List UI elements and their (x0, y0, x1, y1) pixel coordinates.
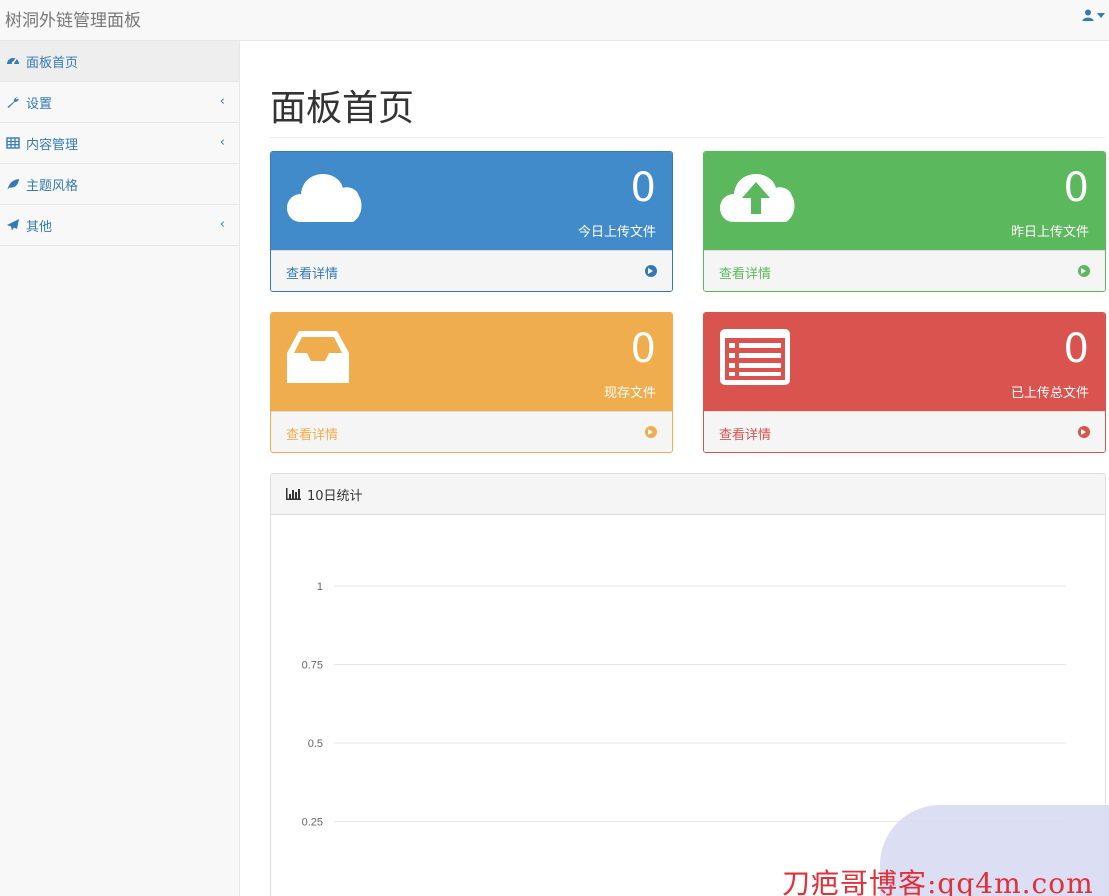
table-icon (6, 137, 20, 149)
page-header: 面板首页 (270, 79, 1105, 138)
view-details-link[interactable]: 查看详情 (271, 411, 672, 452)
y-tick-label: 0.5 (308, 738, 323, 750)
chevron-left-icon: ‹ (219, 135, 225, 150)
chevron-left-icon: ‹ (219, 217, 225, 232)
list-alt-icon (720, 329, 790, 385)
stat-panel-total: 0 已上传总文件 查看详情 (703, 312, 1106, 453)
brand-title[interactable]: 树洞外链管理面板 (5, 6, 141, 31)
wrench-icon (7, 97, 19, 108)
stat-caption: 今日上传文件 (577, 225, 656, 240)
arrow-circle-right-icon (645, 426, 657, 438)
user-icon (1082, 9, 1094, 21)
arrow-circle-right-icon (645, 265, 657, 277)
sidebar-item-label: 设置 (26, 96, 53, 112)
stat-value: 0 (630, 326, 656, 372)
sidebar-item-other[interactable]: 其他 ‹ (0, 205, 239, 246)
sidebar-item-dashboard[interactable]: 面板首页 (0, 41, 239, 82)
sidebar-item-content[interactable]: 内容管理 ‹ (0, 123, 239, 164)
arrow-circle-right-icon (1078, 426, 1090, 438)
cloud-icon (287, 174, 362, 222)
watermark-text: 刀疤哥博客:qq4m.com (782, 867, 1094, 896)
stat-caption: 现存文件 (603, 386, 656, 401)
leaf-icon (7, 179, 19, 190)
stat-value: 0 (1063, 326, 1089, 372)
stat-panel-yesterday: 0 昨日上传文件 查看详情 (703, 151, 1106, 292)
chart-panel-heading: 10日统计 (271, 474, 1105, 515)
sidebar: 面板首页 设置 ‹ 内容管理 ‹ 主题风格 其他 ‹ (0, 41, 240, 896)
main-content: 面板首页 0 今日上传文件 查看详情 0 昨日上传文件 查看详情 0 现存文件 … (240, 41, 1109, 896)
sidebar-item-label: 面板首页 (26, 55, 79, 71)
stat-panel-stored: 0 现存文件 查看详情 (270, 312, 673, 453)
chevron-down-icon (1097, 12, 1105, 18)
dashboard-icon (7, 58, 19, 65)
stat-value: 0 (1063, 165, 1089, 211)
stat-caption: 昨日上传文件 (1010, 225, 1089, 240)
inbox-icon (287, 331, 349, 383)
y-tick-label: 0.75 (302, 660, 323, 672)
stat-value: 0 (630, 165, 656, 211)
bar-chart-icon (286, 488, 301, 500)
page-title: 面板首页 (270, 88, 415, 129)
sidebar-item-theme[interactable]: 主题风格 (0, 164, 239, 205)
user-menu[interactable] (1082, 9, 1105, 21)
paper-plane-icon (7, 219, 19, 231)
sidebar-item-label: 内容管理 (26, 137, 79, 153)
sidebar-item-label: 主题风格 (26, 178, 79, 194)
y-tick-label: 1 (317, 581, 323, 593)
view-details-link[interactable]: 查看详情 (704, 250, 1105, 291)
view-details-link[interactable]: 查看详情 (271, 250, 672, 291)
stat-caption: 已上传总文件 (1010, 386, 1089, 401)
sidebar-item-settings[interactable]: 设置 ‹ (0, 82, 239, 123)
sidebar-item-label: 其他 (26, 219, 53, 235)
view-details-link[interactable]: 查看详情 (704, 411, 1105, 452)
stat-panel-today: 0 今日上传文件 查看详情 (270, 151, 673, 292)
top-navbar: 树洞外链管理面板 (0, 0, 1109, 41)
chart-panel-title: 10日统计 (307, 488, 363, 504)
cloud-upload-icon (720, 174, 795, 222)
y-tick-label: 0.25 (302, 817, 323, 829)
chevron-left-icon: ‹ (219, 94, 225, 109)
arrow-circle-right-icon (1078, 265, 1090, 277)
